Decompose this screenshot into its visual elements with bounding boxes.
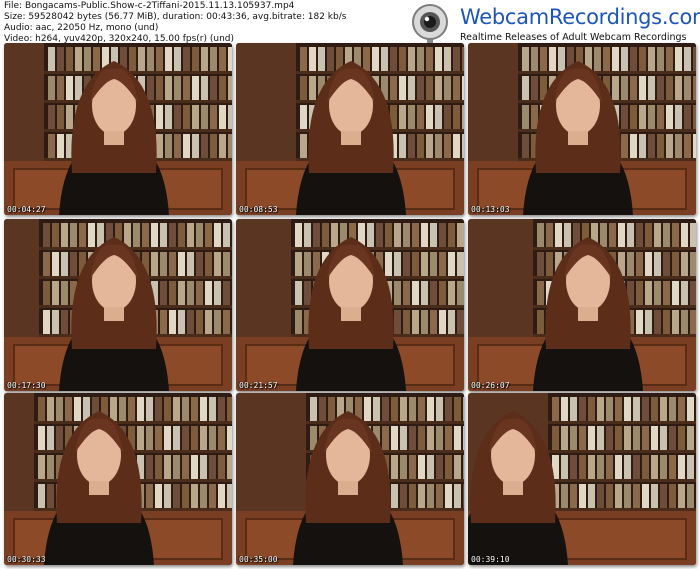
audio-info: Audio: aac, 22050 Hz, mono (und) xyxy=(4,23,159,33)
file-name: File: Bongacams-Public.Show-c-2Tiffani-2… xyxy=(4,1,295,11)
thumbnail-frame-image xyxy=(236,43,464,215)
thumbnail-timestamp: 00:39:10 xyxy=(471,555,510,564)
file-size: Size: 59528042 bytes (56.77 MiB), durati… xyxy=(4,12,347,22)
video-thumbnail[interactable]: 00:04:27 xyxy=(4,43,232,215)
thumbnail-timestamp: 00:13:03 xyxy=(471,205,510,214)
video-thumbnail[interactable]: 00:39:10 xyxy=(468,393,696,565)
thumbnail-frame-image xyxy=(236,393,464,565)
thumbnail-timestamp: 00:30:33 xyxy=(7,555,46,564)
thumbnail-frame-image xyxy=(468,393,696,565)
thumbnail-timestamp: 00:04:27 xyxy=(7,205,46,214)
thumbnail-timestamp: 00:21:57 xyxy=(239,381,278,390)
logo-brand: WebcamRecordings.com xyxy=(460,5,700,29)
thumbnail-frame-image xyxy=(4,219,232,391)
thumbnail-frame-image xyxy=(4,393,232,565)
thumbnail-timestamp: 00:26:07 xyxy=(471,381,510,390)
video-thumbnail[interactable]: 00:30:33 xyxy=(4,393,232,565)
video-thumbnail[interactable]: 00:08:53 xyxy=(236,43,464,215)
thumbnail-timestamp: 00:17:30 xyxy=(7,381,46,390)
thumbnail-frame-image xyxy=(468,43,696,215)
thumbnail-timestamp: 00:35:00 xyxy=(239,555,278,564)
video-thumbnail[interactable]: 00:17:30 xyxy=(4,219,232,391)
file-info: File: Bongacams-Public.Show-c-2Tiffani-2… xyxy=(4,1,346,45)
video-thumbnail[interactable]: 00:21:57 xyxy=(236,219,464,391)
logo-tagline: Realtime Releases of Adult Webcam Record… xyxy=(460,32,687,43)
thumbnail-frame-image xyxy=(236,219,464,391)
thumbnail-timestamp: 00:08:53 xyxy=(239,205,278,214)
thumbnail-frame-image xyxy=(4,43,232,215)
video-thumbnail[interactable]: 00:13:03 xyxy=(468,43,696,215)
thumbnail-frame-image xyxy=(468,219,696,391)
video-thumbnail[interactable]: 00:26:07 xyxy=(468,219,696,391)
video-thumbnail[interactable]: 00:35:00 xyxy=(236,393,464,565)
